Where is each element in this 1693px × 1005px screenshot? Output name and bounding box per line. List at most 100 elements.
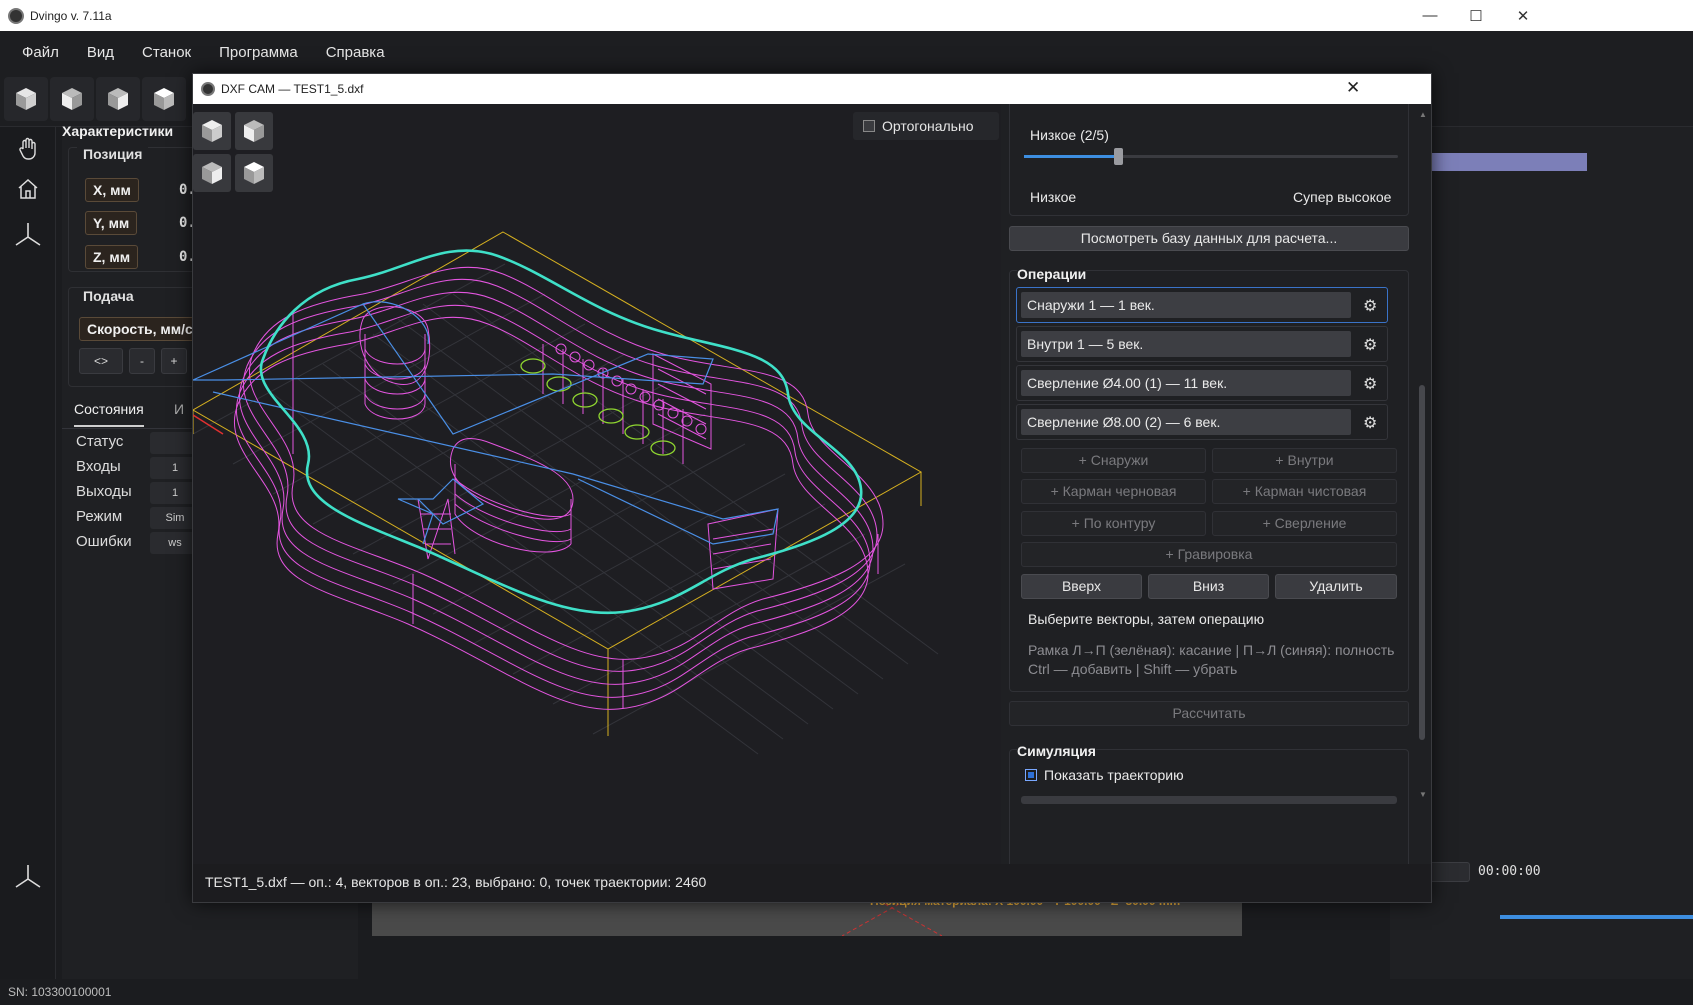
view-cube-icon <box>242 118 266 144</box>
operations-title: Операции <box>1017 266 1087 282</box>
quality-current: Низкое (2/5) <box>1030 127 1109 143</box>
menu-machine[interactable]: Станок <box>128 44 205 61</box>
floor-grid <box>193 263 939 755</box>
view-front-button[interactable] <box>50 77 94 121</box>
add-outside-button[interactable]: + Снаружи <box>1021 448 1206 473</box>
dlg-view-front-button[interactable] <box>235 112 273 150</box>
position-label: Позиция <box>77 146 149 162</box>
add-drilling-button[interactable]: + Сверление <box>1212 511 1397 536</box>
operation-label[interactable]: Снаружи 1 — 1 век. <box>1021 292 1351 318</box>
pan-tool-button[interactable] <box>6 127 50 171</box>
toolpath-summary: TEST1_5.dxf — оп.: 4, векторов в оп.: 23… <box>205 874 707 890</box>
view-iso-button[interactable] <box>4 77 48 121</box>
quality-min-label: Низкое <box>1030 189 1077 205</box>
operation-label[interactable]: Сверление Ø8.00 (2) — 6 век. <box>1021 409 1351 435</box>
add-contour-button[interactable]: + По контуру <box>1021 511 1206 536</box>
operation-row[interactable]: Снаружи 1 — 1 век. ⚙ <box>1016 287 1388 323</box>
minimize-button[interactable]: — <box>1407 0 1453 31</box>
stock-box <box>193 231 923 736</box>
jog-minus-button[interactable]: - <box>129 348 155 374</box>
view-top-button[interactable] <box>142 77 186 121</box>
axes-icon <box>15 865 41 888</box>
scroll-down-icon[interactable]: ▼ <box>1419 790 1427 799</box>
errors-label: Ошибки <box>76 533 132 550</box>
dialog-title: DXF CAM — TEST1_5.dxf <box>221 82 364 96</box>
view-database-button[interactable]: Посмотреть базу данных для расчета... <box>1009 226 1409 251</box>
simulation-title: Симуляция <box>1017 743 1096 759</box>
operation-row[interactable]: Сверление Ø4.00 (1) — 11 век. ⚙ <box>1016 365 1388 401</box>
home-icon <box>18 178 38 199</box>
menu-help[interactable]: Справка <box>312 44 399 61</box>
jog-plus-button[interactable]: + <box>161 348 187 374</box>
view-cube-icon <box>200 160 224 186</box>
gear-icon[interactable]: ⚙ <box>1363 296 1377 316</box>
tab-other[interactable]: И <box>174 401 184 417</box>
ortho-check-box[interactable] <box>863 120 875 132</box>
show-path-label: Показать траекторию <box>1044 767 1184 783</box>
axis-y-button[interactable]: Y, мм <box>85 211 138 235</box>
menu-view[interactable]: Вид <box>73 44 128 61</box>
speed-field[interactable]: Скорость, мм/с <box>79 317 199 341</box>
operation-row[interactable]: Внутри 1 — 5 век. ⚙ <box>1016 326 1388 362</box>
job-timer: 00:00:00 <box>1478 864 1541 879</box>
calculate-button[interactable]: Рассчитать <box>1009 701 1409 726</box>
serial-number: SN: 103300100001 <box>8 985 112 999</box>
home-button[interactable] <box>6 167 50 211</box>
tab-states[interactable]: Состояния <box>74 401 144 427</box>
operation-row[interactable]: Сверление Ø8.00 (2) — 6 век. ⚙ <box>1016 404 1388 440</box>
axis-x-button[interactable]: X, мм <box>85 178 139 202</box>
app-title: Dvingo v. 7.11a <box>30 8 112 23</box>
show-path-check-box[interactable] <box>1025 769 1037 781</box>
scroll-up-icon[interactable]: ▲ <box>1419 110 1427 119</box>
view-cube-icon <box>60 86 84 112</box>
operation-label[interactable]: Сверление Ø4.00 (1) — 11 век. <box>1021 370 1351 396</box>
feed-label: Подача <box>77 288 140 304</box>
axes-button[interactable] <box>6 213 50 257</box>
view-side-button[interactable] <box>96 77 140 121</box>
gear-icon[interactable]: ⚙ <box>1363 374 1377 394</box>
add-engraving-button[interactable]: + Гравировка <box>1021 542 1397 567</box>
dlg-view-iso-button[interactable] <box>193 112 231 150</box>
menu-program[interactable]: Программа <box>205 44 312 61</box>
move-down-button[interactable]: Вниз <box>1148 574 1269 599</box>
close-app-button[interactable]: ✕ <box>1500 0 1546 31</box>
scrollbar-thumb[interactable] <box>1419 385 1425 740</box>
status-bar: SN: 103300100001 <box>0 979 1693 1005</box>
dlg-view-side-button[interactable] <box>193 154 231 192</box>
add-inside-button[interactable]: + Внутри <box>1212 448 1397 473</box>
add-pocket-finish-button[interactable]: + Карман чистовая <box>1212 479 1397 504</box>
show-path-checkbox[interactable]: Показать траекторию <box>1025 767 1184 783</box>
status-label: Статус <box>76 433 124 450</box>
outputs-label: Выходы <box>76 483 132 500</box>
quality-max-label: Супер высокое <box>1293 189 1392 205</box>
close-icon[interactable]: ✕ <box>1346 78 1360 98</box>
add-pocket-rough-button[interactable]: + Карман черновая <box>1021 479 1206 504</box>
maximize-button[interactable]: ☐ <box>1453 0 1499 31</box>
outside-toolpath <box>233 266 884 710</box>
mode-label: Режим <box>76 508 123 525</box>
view-cube-icon <box>200 118 224 144</box>
panel-title: Характеристики <box>62 123 174 139</box>
hand-icon <box>19 137 36 160</box>
quality-slider-handle[interactable] <box>1114 148 1123 165</box>
gear-icon[interactable]: ⚙ <box>1363 413 1377 433</box>
move-up-button[interactable]: Вверх <box>1021 574 1142 599</box>
dvingo-logo-icon <box>8 7 24 24</box>
ortho-checkbox[interactable]: Ортогонально <box>853 112 999 140</box>
cam-3d-viewport[interactable]: Ортогонально <box>193 104 1001 864</box>
axes-bottom-button[interactable] <box>6 855 50 899</box>
inputs-label: Входы <box>76 458 121 475</box>
operation-label[interactable]: Внутри 1 — 5 век. <box>1021 331 1351 357</box>
jog-toggle-button[interactable]: <> <box>79 348 123 374</box>
side-scrollbar[interactable]: ▲ ▼ <box>1417 110 1427 800</box>
toolpath-canvas[interactable] <box>193 104 1001 864</box>
quality-slider[interactable] <box>1024 148 1398 165</box>
app-titlebar: Dvingo v. 7.11a — ☐ ✕ <box>0 0 1693 31</box>
gear-icon[interactable]: ⚙ <box>1363 335 1377 355</box>
delete-button[interactable]: Удалить <box>1275 574 1397 599</box>
dialog-titlebar: DXF CAM — TEST1_5.dxf ✕ <box>193 74 1431 104</box>
simulation-slider[interactable] <box>1021 796 1397 804</box>
axis-z-button[interactable]: Z, мм <box>85 245 139 269</box>
dlg-view-top-button[interactable] <box>235 154 273 192</box>
menu-file[interactable]: Файл <box>8 44 73 61</box>
